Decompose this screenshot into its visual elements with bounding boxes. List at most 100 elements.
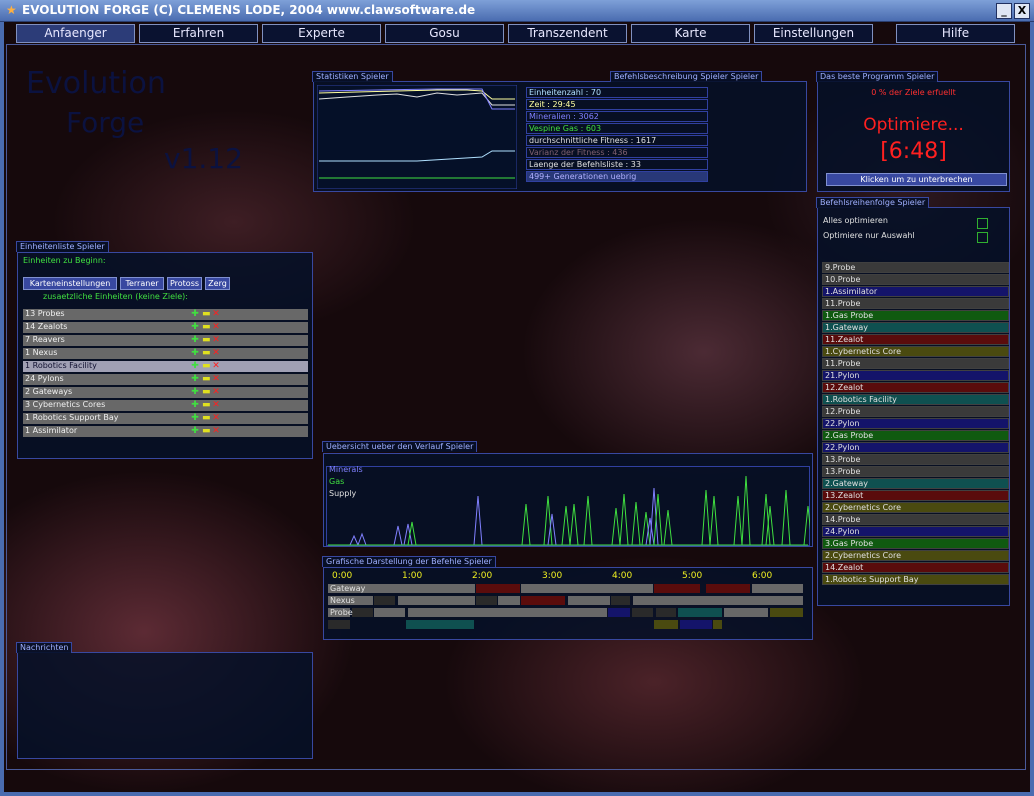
build-bar [608, 608, 630, 617]
tab-hilfe[interactable]: Hilfe [896, 24, 1015, 43]
close-button[interactable]: X [1014, 3, 1030, 19]
tab-gosu[interactable]: Gosu [385, 24, 504, 43]
build-bar [408, 608, 607, 617]
order-item[interactable]: 2.Gas Probe [822, 430, 1009, 441]
unit-row[interactable]: 1 Robotics Facility ✚ ▬ ✕ [23, 361, 308, 372]
remove-icon[interactable]: ▬ [202, 375, 211, 384]
delete-icon[interactable]: ✕ [212, 323, 220, 332]
delete-icon[interactable]: ✕ [212, 375, 220, 384]
order-item[interactable]: 1.Robotics Facility [822, 394, 1009, 405]
remove-icon[interactable]: ▬ [202, 388, 211, 397]
order-item[interactable]: 1.Robotics Support Bay [822, 574, 1009, 585]
stat-line: Einheitenzahl : 70 [526, 87, 708, 98]
unit-row[interactable]: 7 Reavers ✚ ▬ ✕ [23, 335, 308, 346]
add-icon[interactable]: ✚ [191, 362, 199, 371]
order-item[interactable]: 12.Zealot [822, 382, 1009, 393]
unit-row[interactable]: 3 Cybernetics Cores ✚ ▬ ✕ [23, 400, 308, 411]
order-item[interactable]: 13.Probe [822, 454, 1009, 465]
add-icon[interactable]: ✚ [191, 414, 199, 423]
order-item[interactable]: 11.Probe [822, 298, 1009, 309]
overview-spike [663, 509, 673, 546]
delete-icon[interactable]: ✕ [212, 414, 220, 423]
stats-graph [317, 85, 517, 189]
remove-icon[interactable]: ▬ [202, 349, 211, 358]
build-bar [406, 620, 474, 629]
add-icon[interactable]: ✚ [191, 375, 199, 384]
remove-icon[interactable]: ▬ [202, 310, 211, 319]
unit-row[interactable]: 24 Pylons ✚ ▬ ✕ [23, 374, 308, 385]
logo-forge: Forge [66, 106, 145, 139]
order-item[interactable]: 1.Assimilator [822, 286, 1009, 297]
add-icon[interactable]: ✚ [191, 427, 199, 436]
add-icon[interactable]: ✚ [191, 349, 199, 358]
build-bar [654, 620, 678, 629]
order-item[interactable]: 14.Probe [822, 514, 1009, 525]
build-bar [633, 596, 803, 605]
order-item[interactable]: 22.Pylon [822, 442, 1009, 453]
order-item[interactable]: 10.Probe [822, 274, 1009, 285]
add-icon[interactable]: ✚ [191, 336, 199, 345]
unit-row[interactable]: 13 Probes ✚ ▬ ✕ [23, 309, 308, 320]
stop-button[interactable]: Klicken um zu unterbrechen [826, 173, 1007, 186]
delete-icon[interactable]: ✕ [212, 427, 220, 436]
delete-icon[interactable]: ✕ [212, 401, 220, 410]
stat-line: Varianz der Fitness : 436 [526, 147, 708, 158]
tab-anfaenger[interactable]: Anfaenger [16, 24, 135, 43]
build-bar [476, 584, 520, 593]
order-item[interactable]: 2.Cybernetics Core [822, 550, 1009, 561]
order-item[interactable]: 24.Pylon [822, 526, 1009, 537]
order-item[interactable]: 2.Cybernetics Core [822, 502, 1009, 513]
remove-icon[interactable]: ▬ [202, 323, 211, 332]
add-icon[interactable]: ✚ [191, 401, 199, 410]
tab-einstellungen[interactable]: Einstellungen [754, 24, 873, 43]
opt-all-checkbox[interactable] [977, 218, 988, 229]
unit-row[interactable]: 14 Zealots ✚ ▬ ✕ [23, 322, 308, 333]
order-item[interactable]: 22.Pylon [822, 418, 1009, 429]
opt-sel-checkbox[interactable] [977, 232, 988, 243]
add-icon[interactable]: ✚ [191, 323, 199, 332]
tab-erfahren[interactable]: Erfahren [139, 24, 258, 43]
map-settings-button[interactable]: Karteneinstellungen [23, 277, 117, 290]
delete-icon[interactable]: ✕ [212, 362, 220, 371]
delete-icon[interactable]: ✕ [212, 310, 220, 319]
order-item[interactable]: 13.Probe [822, 466, 1009, 477]
add-icon[interactable]: ✚ [191, 310, 199, 319]
order-item[interactable]: 3.Gas Probe [822, 538, 1009, 549]
order-item[interactable]: 13.Zealot [822, 490, 1009, 501]
unit-row[interactable]: 1 Robotics Support Bay ✚ ▬ ✕ [23, 413, 308, 424]
delete-icon[interactable]: ✕ [212, 388, 220, 397]
order-item[interactable]: 11.Zealot [822, 334, 1009, 345]
remove-icon[interactable]: ▬ [202, 427, 211, 436]
order-item[interactable]: 21.Pylon [822, 370, 1009, 381]
row-label-gateway: Gateway [330, 584, 366, 593]
protoss-button[interactable]: Protoss [167, 277, 202, 290]
remove-icon[interactable]: ▬ [202, 336, 211, 345]
tab-karte[interactable]: Karte [631, 24, 750, 43]
tab-experte[interactable]: Experte [262, 24, 381, 43]
logo-evolution: Evolution [26, 66, 166, 101]
order-item[interactable]: 14.Zealot [822, 562, 1009, 573]
remove-icon[interactable]: ▬ [202, 401, 211, 410]
unit-label: 1 Assimilator [25, 426, 78, 435]
delete-icon[interactable]: ✕ [212, 336, 220, 345]
unit-row[interactable]: 1 Nexus ✚ ▬ ✕ [23, 348, 308, 359]
order-item[interactable]: 9.Probe [822, 262, 1009, 273]
add-icon[interactable]: ✚ [191, 388, 199, 397]
remove-icon[interactable]: ▬ [202, 362, 211, 371]
zerg-button[interactable]: Zerg [205, 277, 230, 290]
messages-title: Nachrichten [16, 642, 73, 653]
order-item[interactable]: 11.Probe [822, 358, 1009, 369]
tab-transzendent[interactable]: Transzendent [508, 24, 627, 43]
remove-icon[interactable]: ▬ [202, 414, 211, 423]
order-item[interactable]: 1.Cybernetics Core [822, 346, 1009, 357]
order-item[interactable]: 1.Gateway [822, 322, 1009, 333]
order-item[interactable]: 1.Gas Probe [822, 310, 1009, 321]
unit-row[interactable]: 1 Assimilator ✚ ▬ ✕ [23, 426, 308, 437]
order-item[interactable]: 2.Gateway [822, 478, 1009, 489]
overview-spike [407, 521, 417, 546]
order-item[interactable]: 12.Probe [822, 406, 1009, 417]
unit-row[interactable]: 2 Gateways ✚ ▬ ✕ [23, 387, 308, 398]
terran-button[interactable]: Terraner [120, 277, 164, 290]
minimize-button[interactable]: _ [996, 3, 1012, 19]
delete-icon[interactable]: ✕ [212, 349, 220, 358]
